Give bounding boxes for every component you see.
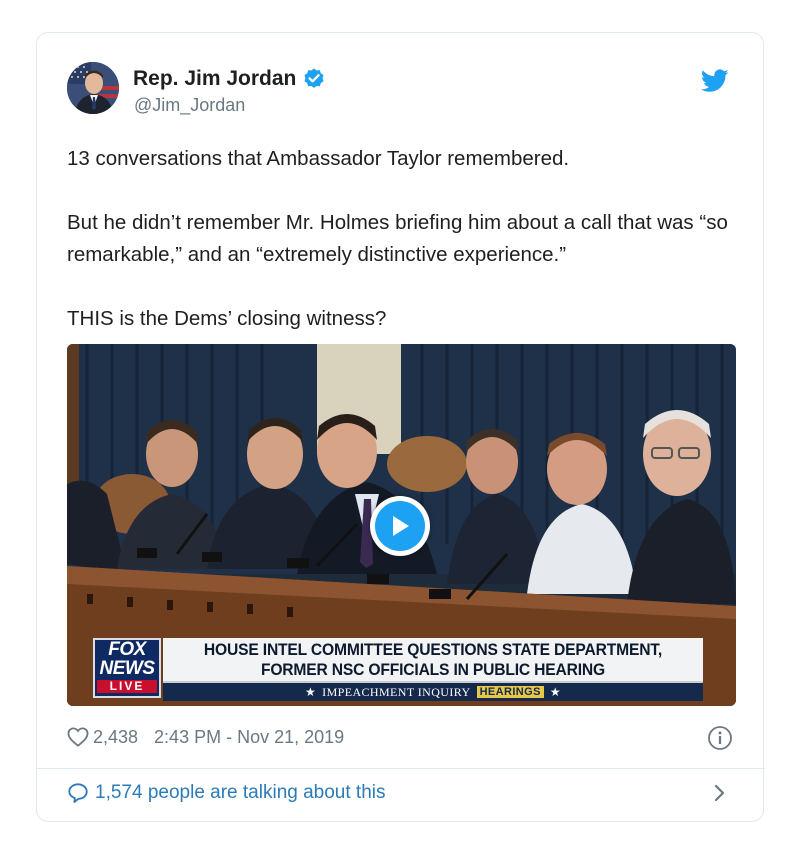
conversation-link[interactable]: 1,574 people are talking about this — [67, 780, 386, 806]
chyron-line-1: HOUSE INTEL COMMITTEE QUESTIONS STATE DE… — [203, 639, 663, 659]
meta-row: 2,438 2:43 PM - Nov 21, 2019 — [67, 725, 344, 749]
tweet-card[interactable]: Rep. Jim Jordan @Jim_Jordan 13 conversat… — [36, 32, 765, 822]
logo-news: NEWS — [99, 658, 156, 679]
avatar-image — [67, 62, 119, 114]
talking-text[interactable]: 1,574 people are talking about this — [95, 782, 386, 804]
heart-icon[interactable] — [67, 727, 89, 747]
author-name[interactable]: Rep. Jim Jordan — [133, 67, 326, 91]
divider — [37, 768, 765, 769]
chyron-line-2: FORMER NSC OFFICIALS IN PUBLIC HEARING — [260, 659, 606, 679]
logo-live: LIVE — [97, 680, 157, 693]
logo-fox: FOX — [108, 639, 146, 660]
tweet-paragraph: 13 conversations that Ambassador Taylor … — [67, 147, 570, 170]
verified-badge-icon — [304, 68, 324, 88]
like-count[interactable]: 2,438 — [93, 727, 138, 748]
tweet-paragraph: THIS is the Dems’ closing witness? — [67, 307, 387, 330]
star-icon: ★ — [549, 684, 561, 699]
sub-banner-text: IMPEACHMENT INQUIRY — [322, 684, 471, 699]
tweet-paragraph: But he didn’t remember Mr. Holmes briefi… — [67, 211, 728, 266]
play-button[interactable] — [370, 496, 430, 556]
star-icon: ★ — [305, 684, 317, 699]
fox-news-logo: FOX NEWS LIVE — [93, 638, 161, 698]
chevron-right-icon[interactable] — [713, 781, 727, 805]
info-icon[interactable] — [707, 725, 733, 751]
comment-icon — [68, 783, 88, 803]
avatar[interactable] — [67, 62, 119, 114]
twitter-bird-icon[interactable] — [701, 69, 729, 93]
author-name-text[interactable]: Rep. Jim Jordan — [133, 67, 296, 91]
video-player[interactable]: FOX NEWS LIVE HOUSE INTEL COMMITTEE QUES… — [67, 344, 736, 706]
tweet-timestamp[interactable]: 2:43 PM - Nov 21, 2019 — [154, 727, 344, 748]
author-handle[interactable]: @Jim_Jordan — [134, 95, 245, 116]
sub-banner: ★ IMPEACHMENT INQUIRY HEARINGS ★ — [163, 683, 703, 701]
news-chyron: HOUSE INTEL COMMITTEE QUESTIONS STATE DE… — [163, 638, 703, 683]
hearings-tag: HEARINGS — [476, 686, 544, 698]
tweet-text: 13 conversations that Ambassador Taylor … — [67, 143, 747, 335]
play-icon — [393, 516, 409, 536]
